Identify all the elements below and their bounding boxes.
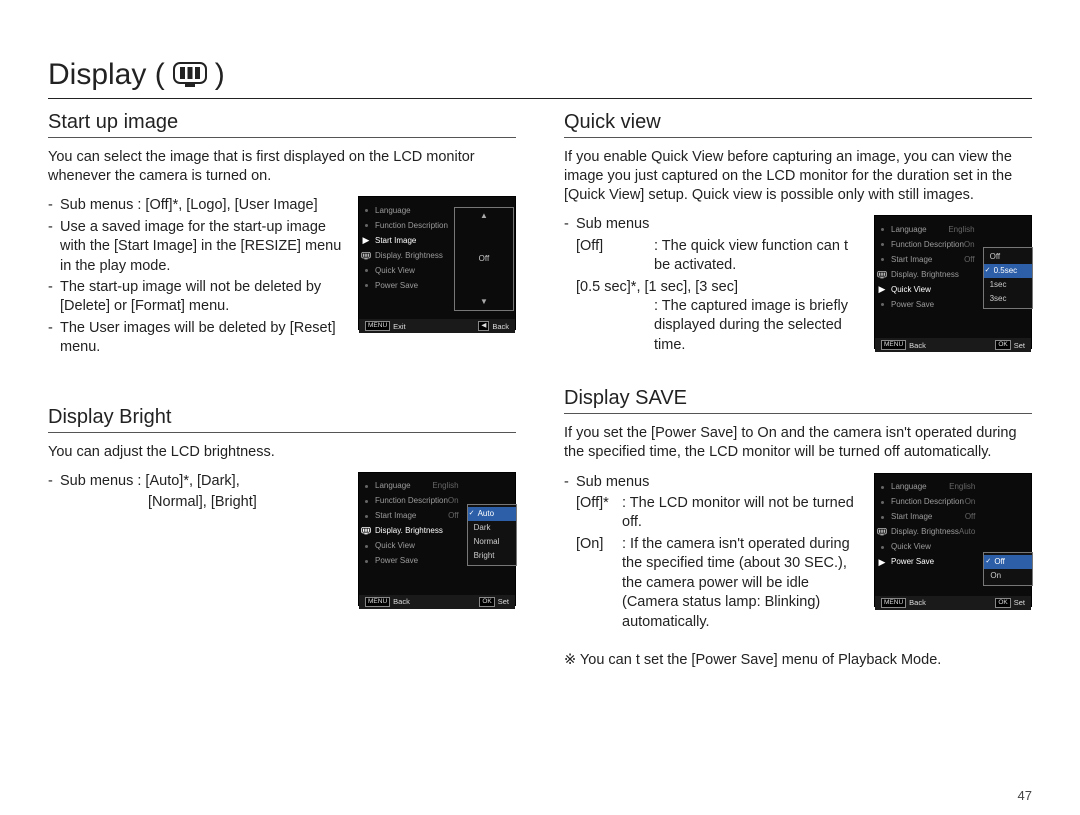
section-title: Display SAVE — [564, 387, 1032, 414]
display-icon — [877, 271, 887, 279]
start-image-option: Off — [479, 255, 490, 263]
display-icon — [361, 527, 371, 535]
display-icon — [361, 252, 371, 260]
option-label: [On] — [576, 535, 622, 632]
section-start-up: Start up image You can select the image … — [48, 111, 516, 360]
list-item: The User images will be deleted by [Rese… — [60, 319, 346, 358]
section-intro: You can adjust the LCD brightness. — [48, 443, 516, 462]
ok-key: OK — [995, 598, 1010, 608]
page-title-prefix: Display ( — [48, 58, 165, 92]
section-intro: You can select the image that is first d… — [48, 148, 516, 186]
section-title: Display Bright — [48, 406, 516, 433]
option-bright: Bright — [468, 549, 516, 563]
menu-key: MENU — [881, 340, 906, 350]
option-3sec: 3sec — [984, 292, 1032, 306]
option-dark: Dark — [468, 521, 516, 535]
left-column: Start up image You can select the image … — [48, 111, 516, 698]
section-title: Start up image — [48, 111, 516, 138]
section-display-save: Display SAVE If you set the [Power Save]… — [564, 387, 1032, 668]
back-key-icon: ◀ — [478, 321, 489, 331]
section-body: -Sub menus : [Auto]*, [Dark], [Normal], … — [48, 472, 346, 515]
section-intro: If you enable Quick View before capturin… — [564, 148, 1032, 205]
page-title: Display ( ) — [48, 58, 1032, 99]
page-number: 47 — [1018, 788, 1032, 803]
note: ※ You can t set the [Power Save] menu of… — [564, 652, 1032, 668]
sub-menus-label: Sub menus — [576, 215, 862, 234]
list-item: The start-up image will not be deleted b… — [60, 278, 346, 317]
section-quick-view: Quick view If you enable Quick View befo… — [564, 111, 1032, 357]
option-off: Off — [984, 250, 1032, 264]
section-body: -Sub menus [Off] : The quick view functi… — [564, 215, 862, 357]
display-icon — [173, 62, 207, 88]
camera-menu-brightness: LanguageEnglish Function DescriptionOn S… — [358, 472, 516, 606]
option-normal: Normal — [468, 535, 516, 549]
options-popup: Off On — [983, 552, 1033, 586]
section-intro: If you set the [Power Save] to On and th… — [564, 424, 1032, 462]
sub-menus-label: Sub menus — [576, 473, 862, 492]
option-auto: Auto — [468, 507, 516, 521]
option-desc: : The quick view function can t be activ… — [654, 237, 862, 276]
page-title-suffix: ) — [215, 58, 225, 92]
camera-menu-power-save: LanguageEnglish Function DescriptionOn S… — [874, 473, 1032, 607]
display-icon — [877, 528, 887, 536]
option-desc: : The captured image is briefly displaye… — [654, 297, 862, 355]
menu-key: MENU — [365, 597, 390, 607]
option-on: On — [984, 569, 1032, 583]
chevron-up-icon: ▲ — [480, 212, 488, 220]
list-item: Use a saved image for the start-up image… — [60, 218, 346, 276]
option-off: Off — [984, 555, 1032, 569]
option-desc: : The LCD monitor will not be turned off… — [622, 494, 862, 533]
ok-key: OK — [995, 340, 1010, 350]
option-1sec: 1sec — [984, 278, 1032, 292]
section-display-bright: Display Bright You can adjust the LCD br… — [48, 406, 516, 606]
camera-menu-quick-view: LanguageEnglish Function DescriptionOn S… — [874, 215, 1032, 349]
section-body: -Sub menus : [Off]*, [Logo], [User Image… — [48, 196, 346, 359]
option-05sec: 0.5sec — [984, 264, 1032, 278]
section-body: -Sub menus [Off]* : The LCD monitor will… — [564, 473, 862, 634]
start-image-preview: ▲ Off ▼ — [454, 207, 514, 311]
option-label: [Off] — [576, 237, 654, 276]
menu-key: MENU — [365, 321, 390, 331]
options-popup: Auto Dark Normal Bright — [467, 504, 517, 566]
ok-key: OK — [479, 597, 494, 607]
list-item: [Normal], [Bright] — [60, 493, 346, 512]
option-label: [0.5 sec]*, [1 sec], [3 sec] — [576, 278, 862, 297]
list-item: Sub menus : [Auto]*, [Dark], — [60, 472, 346, 491]
menu-key: MENU — [881, 598, 906, 608]
list-item: Sub menus : [Off]*, [Logo], [User Image] — [60, 196, 346, 215]
chevron-down-icon: ▼ — [480, 298, 488, 306]
camera-menu-start-image: Language Function Description ▶Start Ima… — [358, 196, 516, 330]
option-label: [Off]* — [576, 494, 622, 533]
option-desc: : If the camera isn't operated during th… — [622, 535, 862, 632]
right-column: Quick view If you enable Quick View befo… — [564, 111, 1032, 698]
options-popup: Off 0.5sec 1sec 3sec — [983, 247, 1033, 309]
section-title: Quick view — [564, 111, 1032, 138]
